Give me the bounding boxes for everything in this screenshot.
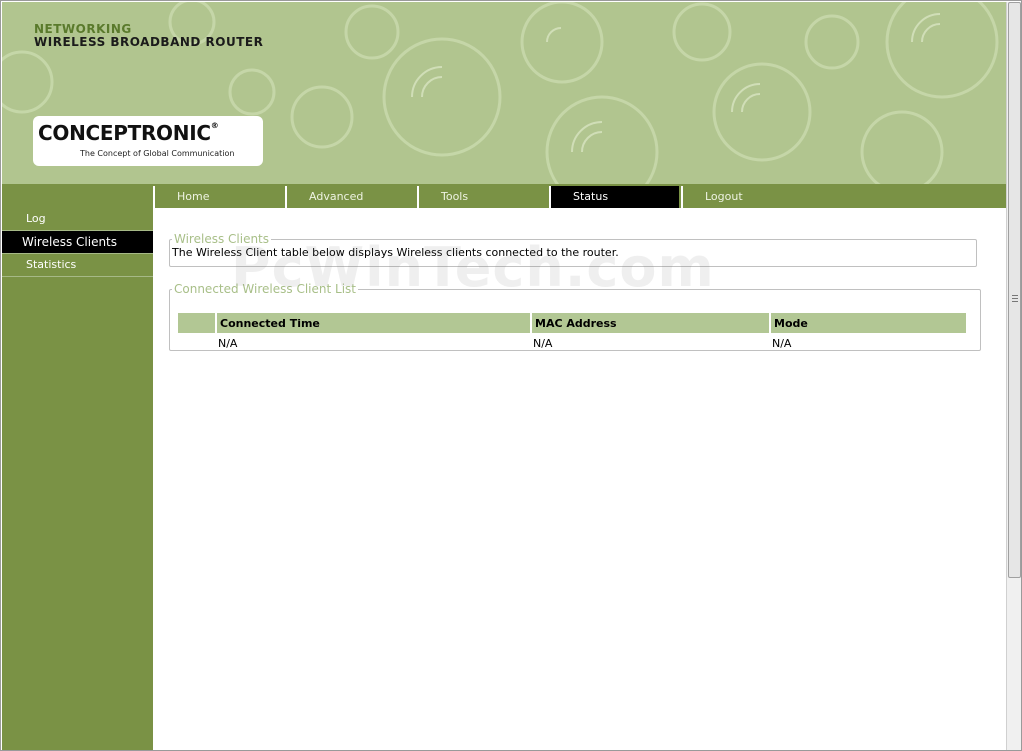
sidebar-item-wireless-clients[interactable]: Wireless Clients xyxy=(2,231,153,254)
router-header-banner: NETWORKING WIRELESS BROADBAND ROUTER CON… xyxy=(2,2,1006,184)
wireless-clients-description: The Wireless Client table below displays… xyxy=(172,246,619,259)
tab-status[interactable]: Status xyxy=(549,186,679,208)
browser-window: NETWORKING WIRELESS BROADBAND ROUTER CON… xyxy=(0,0,1022,751)
logo-wordmark: CONCEPTRONIC xyxy=(38,121,211,145)
grip-line-icon xyxy=(1012,295,1018,296)
connected-client-list-panel: Connected Wireless Client List Connected… xyxy=(169,282,981,351)
sidebar-item-label: Wireless Clients xyxy=(22,235,118,249)
grip-line-icon xyxy=(1012,298,1018,299)
tab-logout[interactable]: Logout xyxy=(681,186,811,208)
client-list-legend: Connected Wireless Client List xyxy=(174,282,356,296)
column-header-select xyxy=(178,313,215,333)
client-table: Connected Time MAC Address Mode N/A N/A … xyxy=(176,311,968,353)
tab-home[interactable]: Home xyxy=(153,186,283,208)
wireless-clients-panel: Wireless Clients The Wireless Client tab… xyxy=(169,232,977,267)
grip-line-icon xyxy=(1012,301,1018,302)
cell-mac-address: N/A xyxy=(533,336,553,350)
column-header-connected-time: Connected Time xyxy=(217,313,530,333)
vertical-scrollbar[interactable] xyxy=(1006,2,1021,750)
cell-mode: N/A xyxy=(772,336,792,350)
top-navigation-bar: Home Advanced Tools Status Logout xyxy=(2,184,1006,208)
sidebar-item-statistics[interactable]: Statistics xyxy=(2,254,153,277)
conceptronic-logo: CONCEPTRONIC® The Concept of Global Comm… xyxy=(33,116,263,166)
brand-networking-label: NETWORKING xyxy=(34,22,132,36)
cell-connected-time: N/A xyxy=(218,336,238,350)
table-row: N/A N/A N/A xyxy=(178,335,966,351)
logo-tagline: The Concept of Global Communication xyxy=(80,149,235,158)
logo-registered-mark: ® xyxy=(210,121,219,130)
sidebar-item-label: Log xyxy=(26,212,46,225)
column-header-mode: Mode xyxy=(771,313,966,333)
cell-select xyxy=(178,335,215,351)
tab-tools[interactable]: Tools xyxy=(417,186,547,208)
sidebar-item-log[interactable]: Log xyxy=(2,208,153,231)
wireless-clients-legend: Wireless Clients xyxy=(174,232,270,246)
table-header-row: Connected Time MAC Address Mode xyxy=(178,313,966,333)
scrollbar-thumb[interactable] xyxy=(1008,2,1021,578)
sidebar-item-label: Statistics xyxy=(26,258,77,271)
main-content: Wireless Clients The Wireless Client tab… xyxy=(153,208,1006,750)
tab-advanced[interactable]: Advanced xyxy=(285,186,415,208)
column-header-mac-address: MAC Address xyxy=(532,313,769,333)
sidebar-menu: Log Wireless Clients Statistics xyxy=(2,208,153,750)
brand-product-label: WIRELESS BROADBAND ROUTER xyxy=(34,35,264,49)
